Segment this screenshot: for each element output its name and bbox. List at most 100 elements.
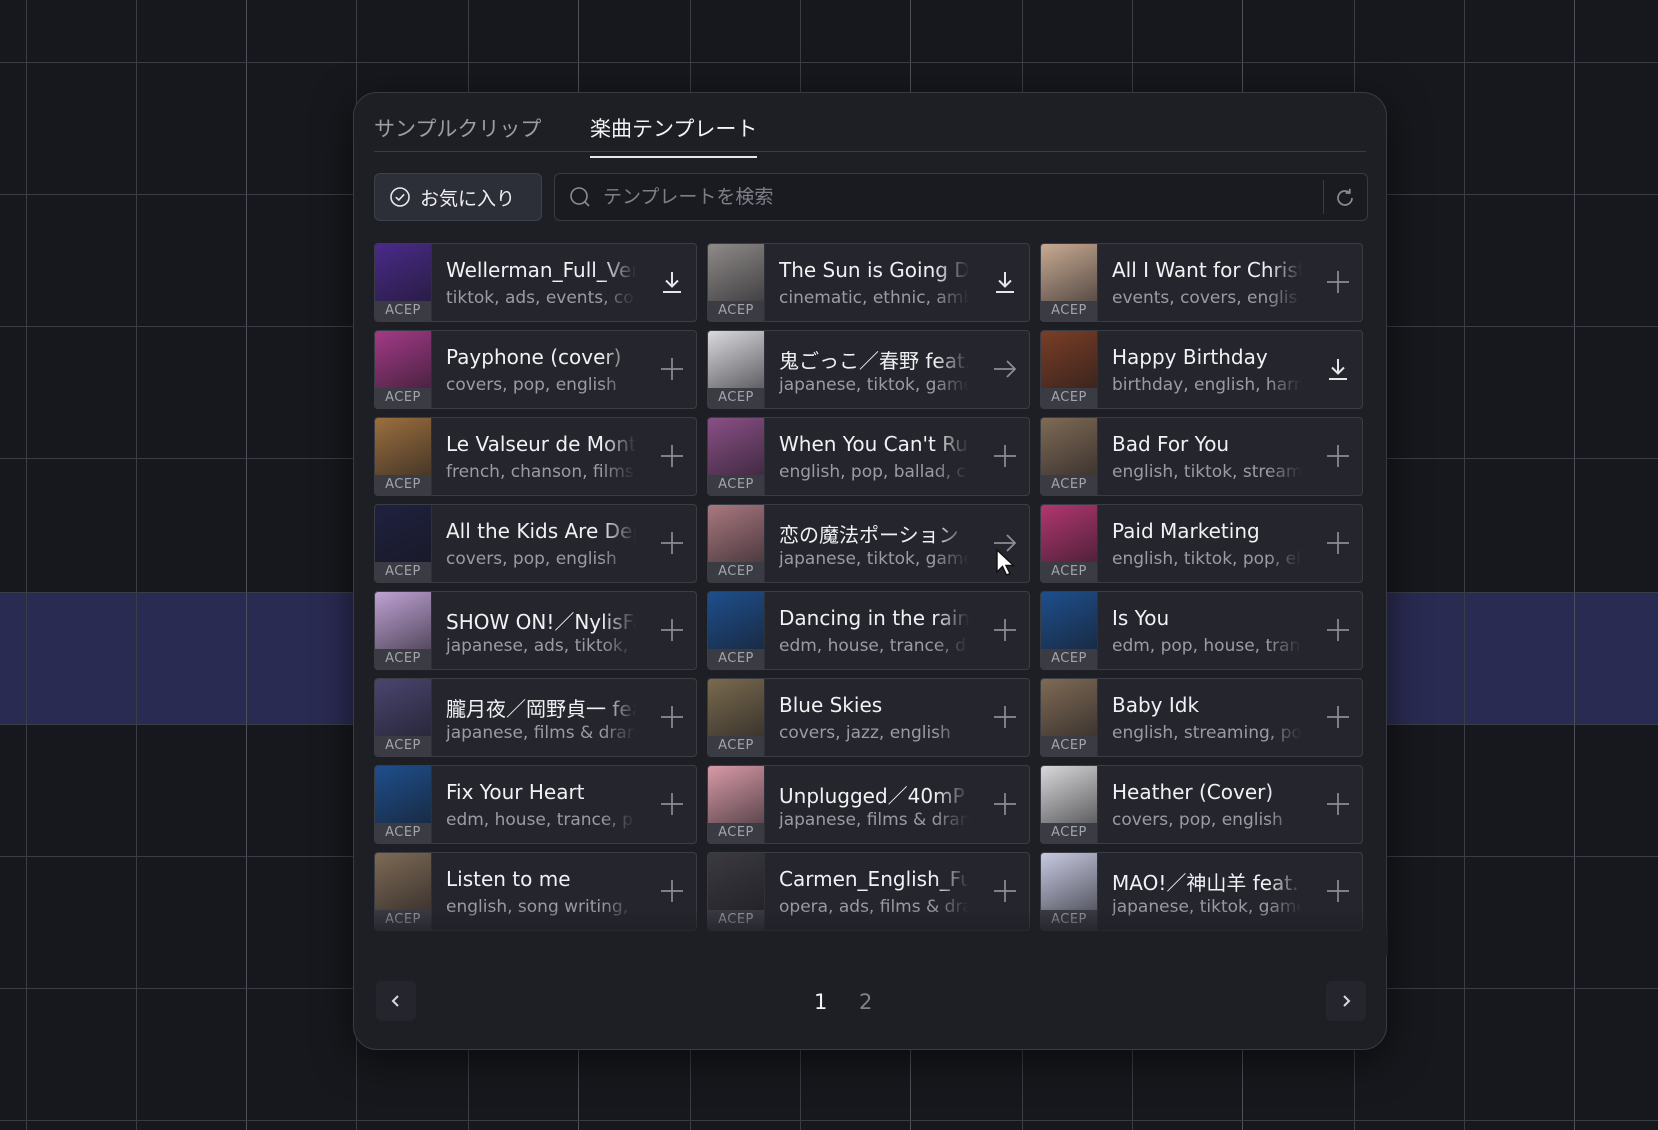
download-icon[interactable] — [658, 268, 686, 296]
plus-icon[interactable] — [1324, 442, 1352, 470]
acep-badge: ACEP — [1041, 475, 1097, 495]
template-card[interactable]: ACEP All I Want for Christmas events, cove… — [1040, 243, 1363, 322]
acep-badge: ACEP — [375, 562, 431, 582]
template-tags: japanese, ads, tiktok, — [446, 636, 629, 656]
plus-icon[interactable] — [991, 877, 1019, 905]
template-card[interactable]: ACEP Fix Your Heart edm, house, trance, p — [374, 765, 697, 844]
plus-icon[interactable] — [658, 442, 686, 470]
template-browser-panel: サンプルクリップ 楽曲テンプレート お気に入り ACEP Wellerman_Fu… — [353, 92, 1388, 1050]
template-card[interactable]: ACEP Le Valseur de Montmartre french, chan… — [374, 417, 697, 496]
template-tags: japanese, tiktok, game — [779, 375, 969, 395]
acep-badge: ACEP — [1041, 649, 1097, 669]
template-card[interactable]: ACEP 鬼ごっこ／春野 feat. japanese, tiktok, game — [707, 330, 1030, 409]
acep-badge: ACEP — [1041, 562, 1097, 582]
page-2[interactable]: 2 — [859, 990, 872, 1014]
template-title: Bad For You — [1112, 432, 1230, 456]
favorites-label: お気に入り — [420, 187, 516, 210]
plus-icon[interactable] — [991, 616, 1019, 644]
template-card[interactable]: ACEP Is You edm, pop, house, tran — [1040, 591, 1363, 670]
download-icon[interactable] — [1324, 355, 1352, 383]
template-card[interactable]: ACEP SHOW ON!／NylisFa japanese, ads, tikto… — [374, 591, 697, 670]
prev-page-button[interactable] — [376, 981, 416, 1021]
template-tags: japanese, films & dram — [779, 810, 969, 830]
plus-icon[interactable] — [1324, 790, 1352, 818]
template-card[interactable]: ACEP Baby Idk english, streaming, po — [1040, 678, 1363, 757]
plus-icon[interactable] — [991, 790, 1019, 818]
template-title: Dancing in the rain — [779, 606, 969, 630]
template-card[interactable]: ACEP When You Can't Run english, pop, ball… — [707, 417, 1030, 496]
chevron-right-icon — [1343, 995, 1351, 1007]
template-tags: edm, house, trance, p — [446, 810, 633, 830]
page-1[interactable]: 1 — [814, 990, 827, 1014]
template-card[interactable]: ACEP Bad For You english, tiktok, stream — [1040, 417, 1363, 496]
template-tags: english, pop, ballad, c — [779, 462, 966, 482]
list-fade-overlay — [354, 908, 1388, 956]
plus-icon[interactable] — [658, 355, 686, 383]
plus-icon[interactable] — [1324, 703, 1352, 731]
plus-icon[interactable] — [658, 877, 686, 905]
template-title: Le Valseur de Montmartre — [446, 432, 636, 456]
template-card[interactable]: ACEP Payphone (cover) covers, pop, english — [374, 330, 697, 409]
acep-badge: ACEP — [708, 301, 764, 321]
template-title: 鬼ごっこ／春野 feat. — [779, 349, 969, 373]
template-card[interactable]: ACEP Blue Skies covers, jazz, english — [707, 678, 1030, 757]
template-card[interactable]: ACEP All the Kids Are Depressed covers, po… — [374, 504, 697, 583]
template-card[interactable]: ACEP 朧月夜／岡野貞一 feat.japanese, films & dram — [374, 678, 697, 757]
template-card[interactable]: ACEP 恋の魔法ポーション japanese, tiktok, game — [707, 504, 1030, 583]
template-title: Unplugged／40mP — [779, 784, 965, 808]
check-circle-icon — [390, 187, 410, 207]
plus-icon[interactable] — [658, 529, 686, 557]
template-tags: covers, pop, english — [446, 375, 617, 395]
tab-song-templates[interactable]: 楽曲テンプレート — [590, 113, 758, 158]
plus-icon[interactable] — [1324, 268, 1352, 296]
template-tags: japanese, tiktok, game — [779, 549, 969, 569]
template-card[interactable]: ACEP Paid Marketing english, tiktok, pop, … — [1040, 504, 1363, 583]
acep-badge: ACEP — [708, 562, 764, 582]
template-card[interactable]: ACEP Happy Birthday birthday, english, har… — [1040, 330, 1363, 409]
download-icon[interactable] — [991, 268, 1019, 296]
plus-icon[interactable] — [991, 442, 1019, 470]
plus-icon[interactable] — [991, 703, 1019, 731]
search-input[interactable] — [601, 185, 1285, 209]
template-card[interactable]: ACEP Heather (Cover) covers, pop, english — [1040, 765, 1363, 844]
next-page-button[interactable] — [1326, 981, 1366, 1021]
template-tags: edm, house, trance, d — [779, 636, 966, 656]
template-tags: english, tiktok, pop, el — [1112, 549, 1301, 569]
template-tags: english, tiktok, stream — [1112, 462, 1302, 482]
template-card[interactable]: ACEP Wellerman_Full_Ver tiktok, ads, event… — [374, 243, 697, 322]
template-title: Paid Marketing — [1112, 519, 1260, 543]
template-title: 朧月夜／岡野貞一 feat. — [446, 697, 636, 721]
template-title: All the Kids Are Depressed — [446, 519, 636, 543]
chevron-left-icon — [391, 995, 399, 1007]
tab-sample-clips[interactable]: サンプルクリップ — [374, 113, 541, 156]
plus-icon[interactable] — [1324, 877, 1352, 905]
template-tags: birthday, english, harm — [1112, 375, 1302, 395]
plus-icon[interactable] — [658, 703, 686, 731]
search-icon — [570, 187, 590, 207]
tab-bar: サンプルクリップ 楽曲テンプレート — [374, 93, 1366, 158]
plus-icon[interactable] — [1324, 529, 1352, 557]
template-card[interactable]: ACEP The Sun is Going Down cinematic, ethn… — [707, 243, 1030, 322]
plus-icon[interactable] — [1324, 616, 1352, 644]
template-card[interactable]: ACEP Unplugged／40mP japanese, films & dram — [707, 765, 1030, 844]
template-tags: japanese, films & dram — [446, 723, 636, 743]
plus-icon[interactable] — [658, 616, 686, 644]
acep-badge: ACEP — [1041, 301, 1097, 321]
template-tags: english, streaming, po — [1112, 723, 1302, 743]
refresh-icon[interactable] — [1333, 186, 1357, 210]
template-card[interactable]: ACEP Dancing in the rain edm, house, tranc… — [707, 591, 1030, 670]
template-tags: covers, jazz, english — [779, 723, 951, 743]
acep-badge: ACEP — [375, 388, 431, 408]
favorites-filter-button[interactable]: お気に入り — [374, 173, 542, 221]
plus-icon[interactable] — [658, 790, 686, 818]
acep-badge: ACEP — [708, 823, 764, 843]
acep-badge: ACEP — [1041, 388, 1097, 408]
acep-badge: ACEP — [708, 736, 764, 756]
acep-badge: ACEP — [375, 301, 431, 321]
template-title: Carmen_English_Full — [779, 867, 969, 891]
acep-badge: ACEP — [708, 649, 764, 669]
template-title: All I Want for Christmas — [1112, 258, 1302, 282]
arrow-right-icon[interactable] — [991, 355, 1019, 383]
acep-badge: ACEP — [375, 649, 431, 669]
template-tags: french, chanson, films — [446, 462, 634, 482]
